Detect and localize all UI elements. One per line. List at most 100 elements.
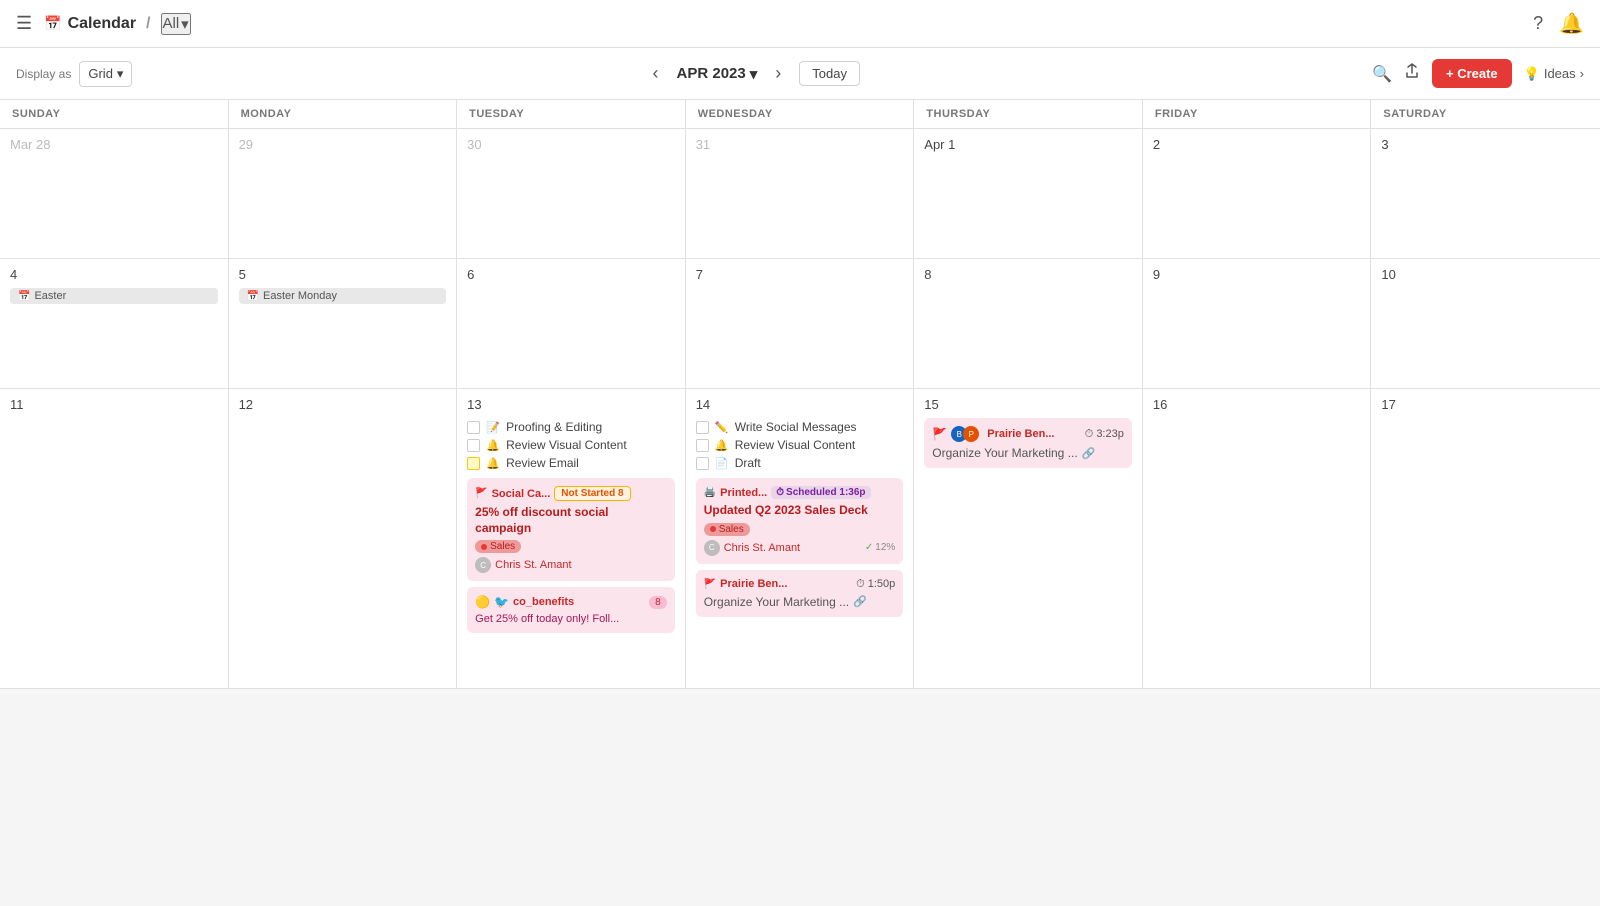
cell-mar30[interactable]: 30: [457, 129, 686, 258]
cell-apr8[interactable]: 8: [914, 259, 1143, 388]
cell-apr10[interactable]: 10: [1371, 259, 1600, 388]
cell-apr15[interactable]: 15 🚩 B P Prairie Ben... ⏱ 3:23p Organize…: [914, 389, 1143, 688]
ideas-button[interactable]: 💡 Ideas ›: [1524, 66, 1584, 82]
apr15-campaign-card[interactable]: 🚩 B P Prairie Ben... ⏱ 3:23p Organize Yo…: [924, 418, 1132, 468]
task-label-write: Write Social Messages: [735, 420, 857, 434]
view-all-button[interactable]: All ▾: [161, 13, 191, 35]
task-icon-proofing: 📝: [486, 421, 500, 434]
task-review-email[interactable]: 🔔 Review Email: [467, 454, 675, 472]
today-button[interactable]: Today: [799, 61, 860, 86]
task-review-visual-14[interactable]: 🔔 Review Visual Content: [696, 436, 904, 454]
next-month-button[interactable]: ›: [767, 59, 789, 88]
cell-apr7[interactable]: 7: [686, 259, 915, 388]
calendar-container: SUNDAY MONDAY TUESDAY WEDNESDAY THURSDAY…: [0, 100, 1600, 689]
campaign-tags-apr14: Sales: [704, 523, 896, 536]
social-text: Get 25% off today only! Foll...: [475, 613, 667, 625]
campaign-header-apr13: 🚩 Social Ca... Not Started 8: [475, 486, 667, 501]
task-checkbox-visual-14[interactable]: [696, 439, 709, 452]
task-checkbox-draft[interactable]: [696, 457, 709, 470]
time-badge-14: ⏱1:50p: [856, 578, 895, 591]
prairie-body-14: Organize Your Marketing ... 🔗: [704, 595, 896, 609]
task-write-social[interactable]: ✏️ Write Social Messages: [696, 418, 904, 436]
campaign-card-apr14[interactable]: 🖨️ Printed... ⏱ Scheduled 1:36p Updated …: [696, 478, 904, 564]
clock-icon-14: ⏱: [856, 578, 865, 591]
cell-apr12[interactable]: 12: [229, 389, 458, 688]
avatar-chris-14: C: [704, 540, 720, 556]
cell-apr14[interactable]: 14 ✏️ Write Social Messages 🔔 Review Vis…: [686, 389, 915, 688]
date-mar31: 31: [696, 137, 904, 152]
campaign-card-apr13[interactable]: 🚩 Social Ca... Not Started 8 25% off dis…: [467, 478, 675, 581]
cell-apr3[interactable]: 3: [1371, 129, 1600, 258]
create-button[interactable]: + Create: [1432, 59, 1512, 88]
chevron-down-icon: ▾: [117, 66, 124, 82]
prev-month-button[interactable]: ‹: [645, 59, 667, 88]
apr15-avatars: B P: [951, 426, 979, 442]
cell-apr9[interactable]: 9: [1143, 259, 1372, 388]
campaign-name-apr13: Social Ca...: [492, 488, 551, 500]
task-review-visual[interactable]: 🔔 Review Visual Content: [467, 436, 675, 454]
cell-apr1[interactable]: Apr 1: [914, 129, 1143, 258]
date-apr8: 8: [924, 267, 1132, 282]
cell-apr6[interactable]: 6: [457, 259, 686, 388]
task-checkbox-write[interactable]: [696, 421, 709, 434]
task-draft-14[interactable]: 📄 Draft: [696, 454, 904, 472]
clock-icon: ⏱: [776, 487, 784, 498]
date-apr17: 17: [1381, 397, 1590, 412]
avatar-orange: P: [963, 426, 979, 442]
header-tuesday: TUESDAY: [457, 100, 686, 128]
clock-icon-15: ⏱: [1085, 428, 1094, 441]
sales-tag-14: Sales: [704, 523, 750, 536]
cell-apr13[interactable]: 13 📝 Proofing & Editing 🔔 Review Visual …: [457, 389, 686, 688]
campaign-footer-apr14: C Chris St. Amant ✓12%: [704, 540, 896, 556]
header-thursday: THURSDAY: [914, 100, 1143, 128]
sales-tag: Sales: [475, 540, 521, 553]
month-year-button[interactable]: APR 2023 ▾: [677, 65, 758, 83]
ideas-label: Ideas: [1544, 66, 1576, 81]
hamburger-menu-button[interactable]: ☰: [16, 13, 32, 34]
campaign-title-apr14: Updated Q2 2023 Sales Deck: [704, 503, 896, 519]
search-button[interactable]: 🔍: [1372, 64, 1392, 84]
date-apr6: 6: [467, 267, 675, 282]
social-card-apr13[interactable]: 🟡 🐦 co_benefits 8 Get 25% off today only…: [467, 587, 675, 633]
ideas-arrow-icon: ›: [1580, 66, 1584, 81]
tag-dot-14: [710, 526, 716, 532]
social-count: 8: [649, 596, 667, 609]
campaign-card2-apr14[interactable]: 🚩 Prairie Ben... ⏱1:50p Organize Your Ma…: [696, 570, 904, 617]
header-saturday: SATURDAY: [1371, 100, 1600, 128]
share-button[interactable]: [1404, 63, 1420, 84]
easter-holiday[interactable]: 📅 Easter: [10, 288, 218, 304]
not-started-badge: Not Started 8: [554, 486, 630, 501]
cell-mar29[interactable]: 29: [229, 129, 458, 258]
task-proofing[interactable]: 📝 Proofing & Editing: [467, 418, 675, 436]
link-icon-14: 🔗: [853, 595, 867, 608]
top-nav: ☰ 📅 Calendar / All ▾ ? 🔔: [0, 0, 1600, 48]
grid-label: Grid: [88, 66, 113, 81]
social-name: co_benefits: [513, 596, 574, 608]
notification-button[interactable]: 🔔: [1559, 11, 1584, 36]
cell-apr4[interactable]: 4 📅 Easter: [0, 259, 229, 388]
date-apr9: 9: [1153, 267, 1361, 282]
cell-apr11[interactable]: 11: [0, 389, 229, 688]
cell-apr2[interactable]: 2: [1143, 129, 1372, 258]
cell-mar28[interactable]: Mar 28: [0, 129, 229, 258]
printed-name: Printed...: [720, 487, 767, 499]
campaign-title-apr13: 25% off discount social campaign: [475, 505, 667, 536]
help-button[interactable]: ?: [1533, 13, 1543, 34]
date-apr11: 11: [10, 397, 218, 412]
header-sunday: SUNDAY: [0, 100, 229, 128]
calendar-icon: 📅: [44, 15, 61, 32]
apr15-time: ⏱ 3:23p: [1085, 428, 1124, 441]
task-checkbox-visual[interactable]: [467, 439, 480, 452]
easter-monday-label: Easter Monday: [263, 290, 337, 302]
cell-apr17[interactable]: 17: [1371, 389, 1600, 688]
cell-apr16[interactable]: 16: [1143, 389, 1372, 688]
task-checkbox-email[interactable]: [467, 457, 480, 470]
prairie-name-14: Prairie Ben...: [720, 578, 787, 590]
cell-apr5[interactable]: 5 📅 Easter Monday: [229, 259, 458, 388]
apr15-org-text: Organize Your Marketing ...: [932, 446, 1077, 460]
campaign2-header-apr14: 🚩 Prairie Ben... ⏱1:50p: [704, 578, 896, 591]
cell-mar31[interactable]: 31: [686, 129, 915, 258]
grid-view-button[interactable]: Grid ▾: [79, 61, 132, 87]
task-checkbox-proofing[interactable]: [467, 421, 480, 434]
easter-monday-holiday[interactable]: 📅 Easter Monday: [239, 288, 447, 304]
